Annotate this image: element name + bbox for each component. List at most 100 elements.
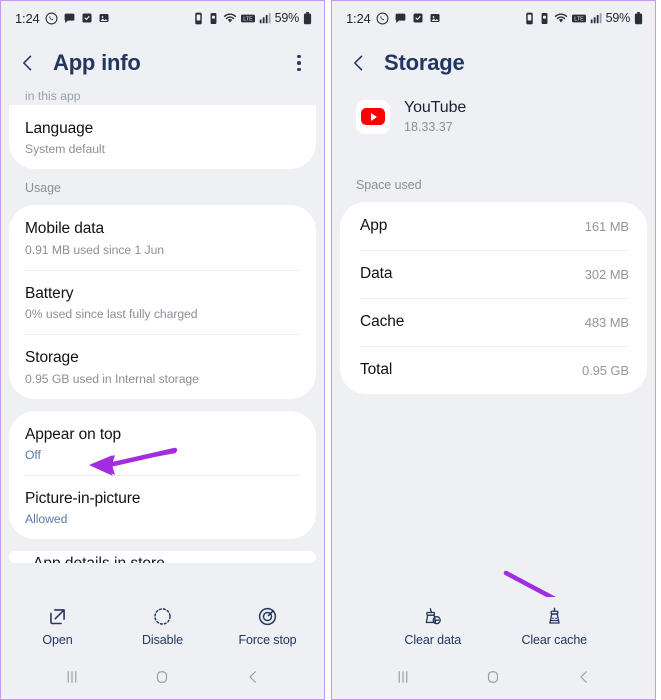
signal-icon — [590, 12, 602, 24]
row-subtitle: 0.91 MB used since 1 Jun — [25, 242, 165, 257]
row-subtitle: 0.95 GB used in Internal storage — [25, 371, 199, 386]
volte-icon: LTE — [571, 13, 586, 24]
battery-icon — [303, 11, 312, 25]
status-bar-left-group: 1:24 — [15, 11, 110, 26]
battery-icon — [634, 11, 643, 25]
chat-icon — [63, 12, 76, 25]
row-picture-in-picture[interactable]: Picture-in-picture Allowed — [9, 474, 316, 539]
row-appear-on-top[interactable]: Appear on top Off — [9, 411, 316, 475]
action-bar-right: Clear data Clear cache — [332, 597, 655, 655]
back-chevron-icon[interactable] — [348, 52, 370, 74]
row-title: Picture-in-picture — [25, 489, 141, 507]
back-icon[interactable] — [564, 662, 604, 692]
action-label: Open — [42, 632, 73, 647]
row-cache-size: Cache 483 MB — [340, 298, 647, 346]
back-icon[interactable] — [233, 662, 273, 692]
card-gap — [1, 399, 324, 411]
page-title: App info — [53, 50, 141, 75]
action-clear-data[interactable]: Clear data — [372, 606, 494, 647]
calendar-icon — [81, 12, 93, 24]
battery-percent: 59% — [605, 11, 631, 25]
row-key: Data — [360, 265, 393, 282]
left-phone-screen: 1:24 LTE 59% App info in this app Langua… — [0, 0, 325, 700]
action-label: Force stop — [238, 632, 297, 647]
action-force-stop[interactable]: Force stop — [215, 606, 320, 647]
whatsapp-icon — [45, 12, 58, 25]
row-title: Language — [25, 120, 94, 137]
right-scroll-content[interactable]: YouTube 18.33.37 Space used App 161 MB D… — [332, 91, 655, 597]
nav-bar-right — [332, 655, 655, 699]
action-open[interactable]: Open — [5, 606, 110, 647]
app-identity: YouTube 18.33.37 — [404, 99, 466, 134]
vibrate-icon — [208, 12, 219, 25]
home-icon[interactable] — [142, 662, 182, 692]
disable-dashed-circle-icon — [152, 606, 173, 628]
space-used-card: App 161 MB Data 302 MB Cache 483 MB Tota… — [340, 202, 647, 394]
row-value: 302 MB — [584, 266, 629, 282]
home-icon[interactable] — [473, 662, 513, 692]
row-subtitle: System default — [25, 142, 105, 157]
status-bar-left: 1:24 LTE 59% — [1, 1, 324, 35]
app-name: YouTube — [404, 99, 467, 116]
left-scroll-content[interactable]: in this app Language System default Usag… — [1, 91, 324, 597]
row-subtitle: Off — [25, 447, 41, 462]
clipped-bottom-text: App details in store — [9, 551, 316, 563]
annotation-arrow-clear-cache — [503, 570, 556, 597]
battery-percent: 59% — [274, 11, 300, 25]
overflow-menu-icon[interactable] — [288, 51, 310, 75]
status-time: 1:24 — [15, 10, 40, 26]
row-subtitle: Allowed — [25, 512, 68, 527]
youtube-icon — [356, 99, 390, 134]
row-mobile-data[interactable]: Mobile data 0.91 MB used since 1 Jun — [9, 205, 316, 269]
row-title: Storage — [25, 349, 79, 367]
calendar-icon — [412, 12, 424, 24]
right-phone-screen: 1:24 LTE 59% Storage YouTube 18.33.37 Sp… — [331, 0, 656, 700]
language-card: Language System default — [9, 105, 316, 170]
play-triangle-icon — [371, 112, 377, 121]
alarm-icon — [524, 12, 535, 25]
app-bar-right: Storage — [332, 35, 655, 91]
row-title: Appear on top — [25, 425, 122, 443]
permissions-card: Appear on top Off Picture-in-picture All… — [9, 410, 316, 540]
page-title: Storage — [384, 50, 465, 75]
chat-icon — [394, 12, 407, 25]
row-data-size: Data 302 MB — [340, 250, 647, 298]
row-title: Mobile data — [25, 220, 105, 238]
row-language[interactable]: Language System default — [9, 105, 316, 169]
row-value: 0.95 GB — [582, 362, 629, 378]
recents-icon[interactable] — [52, 662, 92, 692]
gallery-icon — [429, 12, 441, 24]
action-label: Clear cache — [521, 632, 588, 647]
action-bar-left: Open Disable Force stop — [1, 597, 324, 655]
back-chevron-icon[interactable] — [17, 52, 39, 74]
usage-card: Mobile data 0.91 MB used since 1 Jun Bat… — [9, 205, 316, 399]
row-battery[interactable]: Battery 0% used since last fully charged — [9, 269, 316, 334]
clear-cache-broom-icon — [544, 606, 565, 628]
action-clear-cache[interactable]: Clear cache — [494, 606, 616, 647]
recents-icon[interactable] — [383, 662, 423, 692]
status-bar-right: 1:24 LTE 59% — [332, 1, 655, 35]
row-storage[interactable]: Storage 0.95 GB used in Internal storage — [9, 334, 316, 398]
dual-screenshot-container: 1:24 LTE 59% App info in this app Langua… — [0, 0, 661, 700]
app-version: 18.33.37 — [404, 120, 453, 134]
store-card-partial: App details in store — [9, 551, 316, 564]
row-key: Cache — [360, 313, 405, 330]
status-bar-left-group: 1:24 — [346, 11, 441, 26]
row-key: App — [360, 217, 388, 234]
force-stop-icon — [257, 606, 278, 628]
card-gap-2 — [1, 539, 324, 551]
row-value: 483 MB — [584, 314, 629, 330]
open-external-icon — [47, 606, 68, 628]
row-total-size: Total 0.95 GB — [340, 346, 647, 394]
section-label-space-used: Space used — [356, 178, 422, 192]
app-bar-left: App info — [1, 35, 324, 91]
action-disable[interactable]: Disable — [110, 606, 215, 647]
status-bar-right-group: LTE 59% — [524, 11, 643, 25]
clear-data-broom-icon — [422, 606, 443, 628]
alarm-icon — [193, 12, 204, 25]
section-label-usage: Usage — [25, 181, 61, 196]
vibrate-icon — [539, 12, 550, 25]
gallery-icon — [98, 12, 110, 24]
clipped-top-text: in this app — [25, 91, 81, 103]
status-time: 1:24 — [346, 10, 371, 26]
